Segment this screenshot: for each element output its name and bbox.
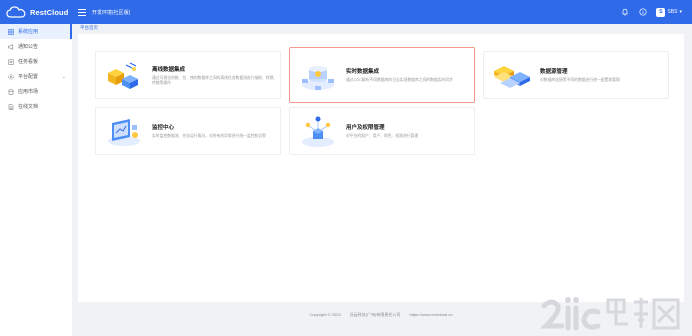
menu-toggle-icon[interactable] bbox=[78, 8, 86, 16]
sidebar-item-label: 通知公告 bbox=[18, 44, 39, 50]
sidebar: 系统应用 通知公告 任务看板 平台配置 ⌄ 应用市场 在线文档 bbox=[0, 24, 72, 336]
avatar: S bbox=[656, 7, 666, 17]
user-menu[interactable]: S SBS ▾ bbox=[656, 7, 682, 17]
cloud-logo-icon bbox=[6, 6, 26, 18]
logo-text: RestCloud bbox=[30, 7, 69, 17]
sidebar-item-notices[interactable]: 通知公告 bbox=[0, 39, 72, 54]
chevron-down-icon: ▾ bbox=[679, 9, 682, 15]
sidebar-item-label: 应用市场 bbox=[18, 89, 39, 95]
logo[interactable]: RestCloud bbox=[6, 6, 72, 18]
card-title: 数据源管理 bbox=[540, 69, 568, 75]
card-description: 对数据库连接等不同的数据进行统一配置和管理 bbox=[540, 78, 620, 82]
card-description: 通过CDC解析不同数据库的日志实现数据库之间的数据实时同步 bbox=[346, 78, 453, 82]
chevron-down-icon: ⌄ bbox=[61, 73, 66, 80]
card-user-permission-management[interactable]: 用户及权限管理 对平台的租户、用户、角色、权限进行管理 bbox=[289, 107, 475, 155]
card-monitoring-center[interactable]: 监控中心 实时监控数据流、任务运行情况，对所有的异常进行统一监控和告警 bbox=[95, 107, 281, 155]
footer-copyright: Copyright © 2023 bbox=[309, 312, 341, 317]
card-title: 用户及权限管理 bbox=[346, 125, 385, 131]
document-icon bbox=[8, 103, 14, 110]
settings-icon bbox=[8, 73, 14, 80]
app-grid-icon bbox=[8, 28, 14, 35]
footer-url[interactable]: https://www.restcloud.cn bbox=[409, 312, 452, 317]
monitoring-center-illustration bbox=[102, 111, 146, 151]
card-description: 实时监控数据流、任务运行情况，对所有的异常进行统一监控和告警 bbox=[152, 134, 266, 138]
watermark-logo bbox=[538, 294, 688, 334]
sidebar-item-task-board[interactable]: 任务看板 bbox=[0, 54, 72, 69]
sidebar-item-label: 在线文档 bbox=[18, 104, 39, 110]
sidebar-item-platform-config[interactable]: 平台配置 ⌄ bbox=[0, 69, 72, 84]
store-icon bbox=[8, 89, 14, 95]
main-content: 离线数据集成 通过可视化的拖、拉、拽的数据库之间的离线任务数据流进行抽取、转换、… bbox=[78, 34, 684, 302]
user-permission-illustration bbox=[296, 111, 340, 151]
card-title: 离线数据集成 bbox=[152, 66, 186, 73]
sidebar-item-label: 任务看板 bbox=[18, 59, 39, 65]
footer-company: 谷云科技(广州)有限责任公司 bbox=[349, 312, 401, 317]
breadcrumb[interactable]: 平台首页 bbox=[80, 25, 98, 31]
clipboard-icon bbox=[8, 59, 14, 65]
sidebar-item-online-docs[interactable]: 在线文档 bbox=[0, 99, 72, 114]
sidebar-item-system-apps[interactable]: 系统应用 bbox=[0, 24, 72, 39]
sidebar-item-label: 平台配置 bbox=[18, 74, 39, 80]
card-offline-integration[interactable]: 离线数据集成 通过可视化的拖、拉、拽的数据库之间的离线任务数据流进行抽取、转换、… bbox=[95, 51, 281, 99]
bell-icon[interactable] bbox=[620, 8, 629, 17]
card-title: 监控中心 bbox=[152, 125, 175, 131]
card-description: 通过可视化的拖、拉、拽的数据库之间的离线任务数据流进行抽取、转换、传输等操作 bbox=[152, 75, 278, 85]
megaphone-icon bbox=[8, 43, 14, 50]
card-title: 实时数据集成 bbox=[346, 69, 380, 75]
info-icon[interactable] bbox=[638, 8, 647, 17]
user-name: SBS bbox=[667, 9, 678, 15]
card-description: 对平台的租户、用户、角色、权限进行管理 bbox=[346, 134, 419, 138]
realtime-integration-illustration bbox=[296, 55, 340, 95]
offline-integration-illustration bbox=[102, 55, 146, 95]
card-realtime-integration[interactable]: 实时数据集成 通过CDC解析不同数据库的日志实现数据库之间的数据实时同步 bbox=[289, 47, 475, 103]
sidebar-item-app-market[interactable]: 应用市场 bbox=[0, 84, 72, 99]
environment-title: 开发环境(社区版) bbox=[92, 9, 131, 16]
top-bar: RestCloud 开发环境(社区版) S SBS ▾ bbox=[0, 0, 692, 24]
datasource-management-illustration bbox=[490, 55, 534, 95]
sidebar-item-label: 系统应用 bbox=[18, 29, 39, 35]
card-datasource-management[interactable]: 数据源管理 对数据库连接等不同的数据进行统一配置和管理 bbox=[483, 51, 669, 99]
